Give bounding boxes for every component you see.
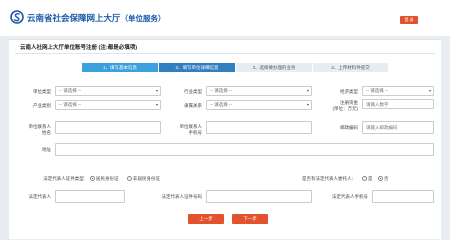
address-input[interactable] bbox=[55, 143, 434, 156]
industry-type-select[interactable]: -- 请选择 -- ▾ bbox=[206, 86, 312, 96]
step-progress: 1、填写基本信息 2、填写单位详细信息 3、选择要办理的业务 4、上传材料件提交 bbox=[82, 63, 388, 72]
legal-agent-option-no: 否 bbox=[384, 176, 389, 181]
registered-capital-unit: (单位：万元) bbox=[332, 106, 359, 111]
affiliation-select[interactable]: -- 请选择 -- ▾ bbox=[206, 100, 312, 110]
form-title: 云南人社网上大厅单位账号注册 (注:都是必填项) bbox=[20, 45, 138, 51]
legal-agent-radio-yes[interactable] bbox=[362, 176, 367, 181]
legal-name-input[interactable] bbox=[55, 190, 125, 203]
industry-type-label: 行业类型 bbox=[184, 89, 202, 94]
affiliation-label: 隶属关系 bbox=[184, 103, 202, 108]
postal-code-input[interactable] bbox=[362, 121, 434, 134]
legal-id-type-option-nonresident: 非居民身份证 bbox=[133, 176, 160, 181]
industry-category-value: -- 请选择 -- bbox=[59, 102, 81, 107]
economic-type-value: -- 请选择 -- bbox=[366, 88, 388, 93]
industry-category-select[interactable]: -- 请选择 -- ▾ bbox=[55, 100, 161, 110]
postal-code-label: 邮政编码 bbox=[340, 125, 358, 130]
unit-type-label: 单位类型 bbox=[33, 89, 51, 94]
step-1: 1、填写基本信息 bbox=[82, 63, 158, 72]
step-3: 3、选择要办理的业务 bbox=[236, 63, 312, 72]
site-subtitle: （单位服务） bbox=[120, 14, 166, 23]
step-2: 2、填写单位详细信息 bbox=[159, 63, 235, 72]
legal-name-label: 法定代表人 bbox=[28, 194, 52, 199]
chevron-down-icon: ▾ bbox=[155, 102, 158, 107]
social-security-logo-icon bbox=[10, 10, 24, 24]
site-title: 云南省社会保障网上大厅（单位服务） bbox=[27, 12, 166, 24]
registered-capital-label: 注册资金 bbox=[340, 100, 358, 105]
contact-phone-label-2: 手机号 bbox=[188, 130, 203, 135]
legal-phone-input[interactable] bbox=[372, 190, 434, 203]
site-header: 云南省社会保障网上大厅（单位服务） 登 录 bbox=[0, 0, 450, 36]
legal-id-number-label: 法定代表人证件号码 bbox=[161, 194, 203, 199]
contact-phone-input[interactable] bbox=[206, 121, 312, 134]
site-title-text: 云南省社会保障网上大厅 bbox=[27, 14, 121, 24]
contact-phone-label: 单位联系人 bbox=[179, 124, 203, 129]
legal-id-type-label: 法定代表人证件类型: bbox=[43, 176, 85, 181]
next-step-button[interactable]: 下一步 bbox=[232, 214, 268, 224]
chevron-down-icon: ▾ bbox=[306, 88, 309, 93]
legal-id-number-input[interactable] bbox=[206, 190, 312, 203]
legal-id-type-option-resident: 居民身份证 bbox=[96, 176, 119, 181]
prev-step-button[interactable]: 上一步 bbox=[188, 214, 224, 224]
industry-category-label: 产业类别 bbox=[33, 103, 51, 108]
unit-type-select[interactable]: -- 请选择 -- ▾ bbox=[55, 86, 161, 96]
login-button[interactable]: 登 录 bbox=[400, 16, 418, 24]
chevron-down-icon: ▾ bbox=[428, 88, 431, 93]
legal-agent-option-yes: 是 bbox=[368, 176, 373, 181]
address-label: 地址 bbox=[42, 147, 51, 152]
step-4: 4、上传材料件提交 bbox=[313, 63, 388, 72]
legal-id-type-radio-resident[interactable] bbox=[90, 176, 95, 181]
chevron-down-icon: ▾ bbox=[306, 102, 309, 107]
economic-type-select[interactable]: -- 请选择 -- ▾ bbox=[362, 86, 434, 96]
legal-id-type-radio-nonresident[interactable] bbox=[127, 176, 132, 181]
legal-phone-label: 法定代表人手机号 bbox=[332, 194, 368, 199]
chevron-down-icon: ▾ bbox=[155, 88, 158, 93]
contact-name-label: 单位联系人 bbox=[28, 124, 52, 129]
industry-type-value: -- 请选择 -- bbox=[210, 88, 232, 93]
registered-capital-input[interactable] bbox=[362, 99, 434, 109]
unit-type-value: -- 请选择 -- bbox=[59, 88, 81, 93]
contact-name-label-2: 姓名 bbox=[42, 130, 51, 135]
legal-agent-radio-no[interactable] bbox=[378, 176, 383, 181]
legal-agent-label: 是否有法定代表人委托人： bbox=[302, 176, 356, 181]
contact-name-input[interactable] bbox=[55, 121, 161, 134]
title-divider bbox=[15, 53, 435, 54]
economic-type-label: 经济类型 bbox=[340, 89, 358, 94]
affiliation-value: -- 请选择 -- bbox=[210, 102, 232, 107]
